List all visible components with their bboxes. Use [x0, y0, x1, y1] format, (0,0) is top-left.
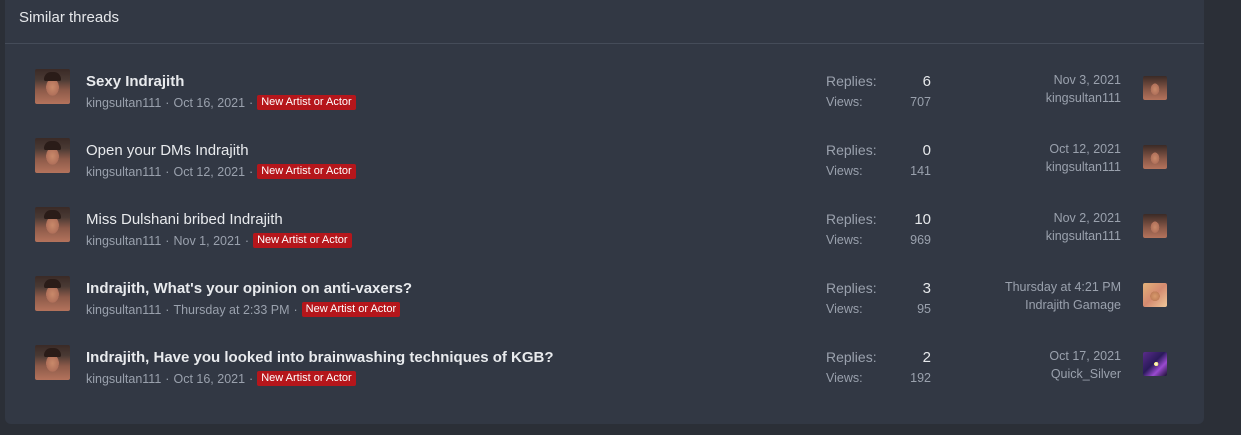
- author-link[interactable]: kingsultan111: [86, 165, 161, 179]
- last-post-date-link[interactable]: Oct 12, 2021: [1049, 142, 1121, 156]
- meta-separator: ·: [165, 302, 170, 317]
- views-label: Views:: [826, 233, 863, 247]
- views-count: 192: [910, 371, 931, 385]
- thread-prefix-badge[interactable]: New Artist or Actor: [301, 302, 401, 317]
- thread-meta: kingsultan111 · Oct 16, 2021 · New Artis…: [86, 371, 356, 386]
- views-count: 141: [910, 164, 931, 178]
- replies-label: Replies:: [826, 211, 877, 227]
- thread-meta: kingsultan111 · Thursday at 2:33 PM · Ne…: [86, 302, 401, 317]
- meta-separator: ·: [293, 302, 298, 317]
- meta-separator: ·: [244, 233, 250, 248]
- last-poster-link[interactable]: Indrajith Gamage: [1025, 298, 1121, 312]
- replies-count: 0: [922, 142, 931, 159]
- replies-count: 10: [914, 211, 931, 228]
- thread-title-link[interactable]: Open your DMs Indrajith: [86, 142, 249, 159]
- meta-separator: ·: [249, 164, 254, 179]
- author-avatar[interactable]: [35, 138, 70, 173]
- similar-threads-block: Similar threads Sexy Indrajith kingsulta…: [5, 0, 1204, 424]
- block-header: Similar threads: [5, 0, 1204, 44]
- author-link[interactable]: kingsultan111: [86, 303, 161, 317]
- last-poster-link[interactable]: kingsultan111: [1046, 91, 1121, 105]
- last-poster-link[interactable]: Quick_Silver: [1051, 367, 1121, 381]
- replies-label: Replies:: [826, 142, 877, 158]
- thread-row: Sexy Indrajith kingsultan111 · Oct 16, 2…: [5, 64, 1204, 133]
- last-poster-avatar[interactable]: [1143, 352, 1167, 376]
- thread-prefix-badge[interactable]: New Artist or Actor: [253, 233, 352, 248]
- views-count: 95: [917, 302, 931, 316]
- thread-title-link[interactable]: Indrajith, What's your opinion on anti-v…: [86, 280, 412, 297]
- author-avatar[interactable]: [35, 207, 70, 242]
- last-poster-link[interactable]: kingsultan111: [1046, 160, 1121, 174]
- meta-separator: ·: [249, 95, 254, 110]
- thread-date-link[interactable]: Oct 16, 2021: [173, 372, 245, 386]
- thread-prefix-badge[interactable]: New Artist or Actor: [257, 164, 356, 179]
- meta-separator: ·: [249, 371, 254, 386]
- last-poster-link[interactable]: kingsultan111: [1046, 229, 1121, 243]
- thread-row: Open your DMs Indrajith kingsultan111 · …: [5, 133, 1204, 202]
- thread-meta: kingsultan111 · Oct 16, 2021 · New Artis…: [86, 95, 356, 110]
- thread-date-link[interactable]: Oct 16, 2021: [173, 96, 245, 110]
- author-avatar[interactable]: [35, 69, 70, 104]
- thread-meta: kingsultan111 · Oct 12, 2021 · New Artis…: [86, 164, 356, 179]
- last-poster-avatar[interactable]: [1143, 145, 1167, 169]
- views-label: Views:: [826, 371, 863, 385]
- thread-row: Indrajith, What's your opinion on anti-v…: [5, 271, 1204, 340]
- last-post-date-link[interactable]: Nov 3, 2021: [1054, 73, 1121, 87]
- thread-date-link[interactable]: Nov 1, 2021: [173, 234, 240, 248]
- replies-label: Replies:: [826, 73, 877, 89]
- thread-row: Indrajith, Have you looked into brainwas…: [5, 340, 1204, 409]
- replies-label: Replies:: [826, 280, 877, 296]
- author-avatar[interactable]: [35, 276, 70, 311]
- block-title: Similar threads: [19, 9, 120, 26]
- meta-separator: ·: [165, 233, 170, 248]
- author-link[interactable]: kingsultan111: [86, 372, 161, 386]
- views-label: Views:: [826, 95, 863, 109]
- replies-count: 2: [922, 349, 931, 366]
- thread-prefix-badge[interactable]: New Artist or Actor: [257, 95, 356, 110]
- thread-row: Miss Dulshani bribed Indrajith kingsulta…: [5, 202, 1204, 271]
- last-poster-avatar[interactable]: [1143, 283, 1167, 307]
- meta-separator: ·: [165, 95, 170, 110]
- thread-prefix-badge[interactable]: New Artist or Actor: [257, 371, 356, 386]
- thread-date-link[interactable]: Oct 12, 2021: [173, 165, 245, 179]
- replies-label: Replies:: [826, 349, 877, 365]
- author-link[interactable]: kingsultan111: [86, 234, 161, 248]
- thread-list: Sexy Indrajith kingsultan111 · Oct 16, 2…: [5, 64, 1204, 409]
- thread-title-link[interactable]: Miss Dulshani bribed Indrajith: [86, 211, 283, 228]
- author-link[interactable]: kingsultan111: [86, 96, 161, 110]
- author-avatar[interactable]: [35, 345, 70, 380]
- views-count: 969: [910, 233, 931, 247]
- last-poster-avatar[interactable]: [1143, 76, 1167, 100]
- last-post-date-link[interactable]: Oct 17, 2021: [1049, 349, 1121, 363]
- thread-meta: kingsultan111 · Nov 1, 2021 · New Artist…: [86, 233, 352, 248]
- last-poster-avatar[interactable]: [1143, 214, 1167, 238]
- thread-title-link[interactable]: Sexy Indrajith: [86, 73, 184, 90]
- last-post-date-link[interactable]: Nov 2, 2021: [1054, 211, 1121, 225]
- replies-count: 6: [922, 73, 931, 90]
- last-post-date-link[interactable]: Thursday at 4:21 PM: [1005, 280, 1121, 294]
- views-count: 707: [910, 95, 931, 109]
- meta-separator: ·: [165, 371, 170, 386]
- thread-date-link[interactable]: Thursday at 2:33 PM: [173, 303, 289, 317]
- views-label: Views:: [826, 164, 863, 178]
- meta-separator: ·: [165, 164, 170, 179]
- thread-title-link[interactable]: Indrajith, Have you looked into brainwas…: [86, 349, 554, 366]
- views-label: Views:: [826, 302, 863, 316]
- replies-count: 3: [922, 280, 931, 297]
